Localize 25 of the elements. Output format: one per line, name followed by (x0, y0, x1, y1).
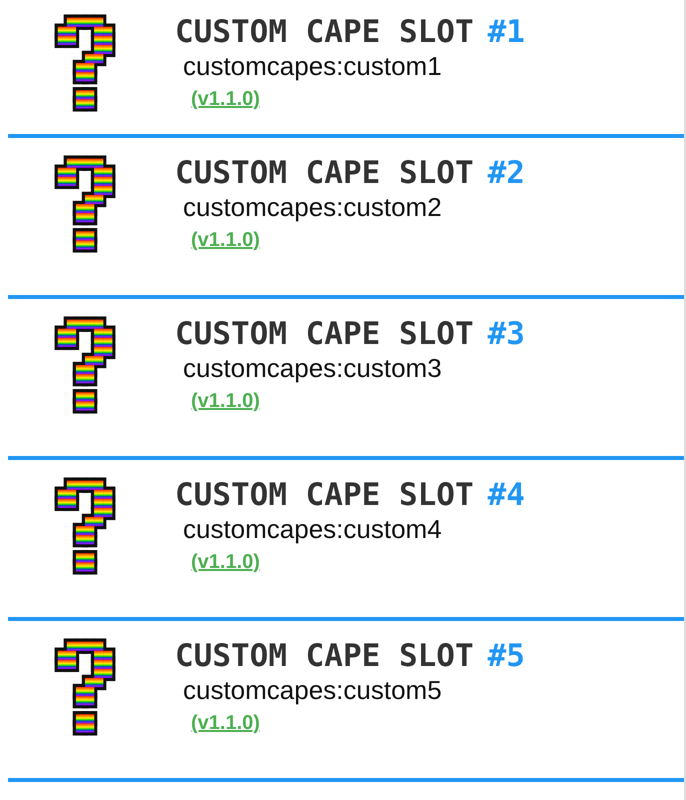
version-link[interactable]: (v1.1.0) (191, 229, 260, 251)
slot-number: #5 (488, 638, 525, 674)
cape-id: customcapes:custom3 (182, 352, 443, 384)
slot-title: CUSTOM CAPE SLOT (175, 14, 474, 50)
slot-number: #2 (488, 155, 525, 191)
cape-id: customcapes:custom5 (182, 674, 443, 706)
version-link[interactable]: (v1.1.0) (191, 88, 260, 110)
question-mark-icon (54, 14, 116, 112)
cape-id: customcapes:custom1 (182, 50, 443, 82)
slot-number: #3 (488, 316, 525, 352)
question-mark-icon (54, 316, 116, 414)
version-link[interactable]: (v1.1.0) (191, 551, 260, 573)
cape-id: customcapes:custom4 (182, 513, 443, 545)
slot-title: CUSTOM CAPE SLOT (175, 477, 474, 513)
slot-title: CUSTOM CAPE SLOT (175, 155, 474, 191)
slot-title: CUSTOM CAPE SLOT (175, 638, 474, 674)
question-mark-icon (54, 638, 116, 736)
question-mark-icon (54, 477, 116, 575)
slot-number: #1 (488, 14, 525, 50)
slot-title: CUSTOM CAPE SLOT (175, 316, 474, 352)
version-link[interactable]: (v1.1.0) (191, 712, 260, 734)
question-mark-icon (54, 155, 116, 253)
version-link[interactable]: (v1.1.0) (191, 390, 260, 412)
cape-id: customcapes:custom2 (182, 191, 443, 223)
slot-number: #4 (488, 477, 525, 513)
